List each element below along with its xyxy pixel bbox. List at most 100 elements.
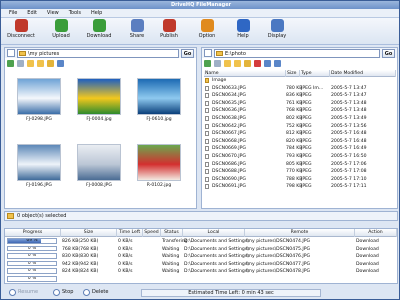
download-button[interactable]: Download (81, 19, 117, 44)
delete-button[interactable]: Delete (83, 288, 108, 297)
forward-icon[interactable] (17, 60, 24, 67)
jpeg-file-icon (205, 85, 209, 91)
thumbnail-item[interactable]: FJ-0196.JPG (15, 144, 63, 194)
queue-col-progress[interactable]: Progress (5, 229, 61, 237)
menu-tools[interactable]: Tools (69, 9, 81, 18)
open-folder-icon[interactable] (47, 60, 54, 67)
col-size[interactable]: Size (286, 70, 300, 77)
view-mode-icon[interactable] (274, 60, 281, 67)
open-folder-icon[interactable] (244, 60, 251, 67)
upload-button[interactable]: Upload (43, 19, 79, 44)
back-icon[interactable] (204, 60, 211, 67)
toolbar-label: Upload (52, 33, 70, 39)
queue-header: Progress Size Time Left Speed Status Local Rem… (5, 229, 397, 237)
resume-button[interactable]: Resume (9, 288, 38, 297)
file-row[interactable]: DSCN0691.JPG 798 KB JPEG 2005-5-7 17:11 (204, 184, 396, 191)
thumbnail-item[interactable]: FJ-0008.JPG (75, 144, 123, 194)
menu-view[interactable]: View (47, 9, 59, 18)
share-icon (130, 19, 144, 32)
remote-path-input[interactable]: E:\photo (214, 49, 380, 58)
col-date[interactable]: Date Modified (330, 70, 396, 77)
up-folder-icon[interactable] (224, 60, 231, 67)
file-row[interactable]: DSCN0688.JPG 770 KB JPEG 2005-5-7 17:08 (204, 169, 396, 176)
queue-col-remote[interactable]: Remote (245, 229, 355, 237)
photo-thumbnail (137, 78, 181, 115)
queue-action: Download (356, 246, 379, 252)
thumbnail-item[interactable]: FJ-0298.JPG (15, 78, 63, 128)
queue-row[interactable]: 0 % 824 KB(824 KB) 0 KB/s Waiting D:\Documen… (5, 268, 397, 276)
file-row[interactable]: DSCN0690.JPG 788 KB JPEG 2005-5-7 17:10 (204, 176, 396, 184)
queue-row[interactable]: 0 % 768 KB(768 KB) 0 KB/s Waiting D:\Documen… (5, 245, 397, 254)
file-type: JPEG Im... (301, 85, 324, 91)
menu-help[interactable]: Help (91, 9, 102, 18)
file-date: 2005-5-7 16:48 (331, 131, 367, 137)
queue-row[interactable]: 0 % 942 KB(942 KB) 0 KB/s Waiting D:\Documen… (5, 260, 397, 269)
jpeg-file-icon (205, 100, 209, 106)
remote-drive-icon[interactable] (204, 49, 212, 57)
up-folder-icon[interactable] (27, 60, 34, 67)
disconnect-button[interactable]: Disconnect (3, 19, 39, 44)
thumbnail-item[interactable]: FJ-0610.jpg (135, 78, 183, 128)
forward-icon[interactable] (214, 60, 221, 67)
file-row[interactable]: DSCN0670.JPG 793 KB JPEG 2005-5-7 16:50 (204, 154, 396, 161)
queue-status: Waiting (162, 246, 180, 252)
progress-bar: 0 % (7, 268, 57, 274)
queue-col-local[interactable]: Local (183, 229, 245, 237)
local-go-button[interactable]: Go (181, 49, 194, 58)
menu-file[interactable]: File (9, 9, 17, 18)
remote-go-button[interactable]: Go (382, 49, 395, 58)
view-mode-icon[interactable] (57, 60, 64, 67)
file-size: 793 KB (286, 154, 303, 159)
file-row[interactable]: DSCN0642.JPG 752 KB JPEG 2005-5-7 13:56 (204, 123, 396, 131)
back-icon[interactable] (7, 60, 14, 67)
share-button[interactable]: Share (119, 19, 155, 44)
file-row[interactable]: DSCN0667.JPG 812 KB JPEG 2005-5-7 16:48 (204, 131, 396, 138)
publish-button[interactable]: Publish (151, 19, 187, 44)
file-row[interactable]: DSCN0686.JPG 805 KB JPEG 2005-5-7 17:06 (204, 161, 396, 169)
help-button[interactable]: Help (225, 19, 261, 44)
queue-status: Waiting (162, 254, 180, 260)
queue-size: 942 KB(942 KB) (62, 261, 99, 267)
file-type: JPEG (301, 138, 312, 144)
file-row[interactable]: DSCN0669.JPG 784 KB JPEG 2005-5-7 16:49 (204, 146, 396, 153)
file-row[interactable]: DSCN0635.JPG 761 KB JPEG 2005-5-7 13:48 (204, 100, 396, 108)
new-folder-icon[interactable] (234, 60, 241, 67)
share-icon[interactable] (264, 60, 271, 67)
file-type: JPEG (301, 154, 312, 159)
toolbar-label: Download (86, 33, 112, 39)
thumbnail-item[interactable]: FJ-0004.jpg (75, 78, 123, 128)
queue-status: Waiting (162, 269, 180, 275)
menu-edit[interactable]: Edit (27, 9, 37, 18)
queue-col-action[interactable]: Action (355, 229, 397, 237)
new-folder-icon[interactable] (37, 60, 44, 67)
thumbnail-caption: R-0102.jpg (146, 183, 172, 188)
option-button[interactable]: Option (189, 19, 225, 44)
progress-text: 69 % (26, 239, 38, 243)
jpeg-file-icon (205, 93, 209, 99)
col-type[interactable]: Type (300, 70, 330, 77)
queue-col-size[interactable]: Size (61, 229, 117, 237)
queue-row[interactable]: 0 % 830 KB(830 KB) 0 KB/s Waiting D:\Documen… (5, 253, 397, 261)
file-row[interactable]: Image (204, 78, 396, 85)
display-button[interactable]: Display (259, 19, 295, 44)
delete-icon[interactable] (254, 60, 261, 67)
file-row[interactable]: DSCN0638.JPG 802 KB JPEG 2005-5-7 13:49 (204, 116, 396, 123)
stop-button[interactable]: Stop (53, 288, 73, 297)
thumbnail-item[interactable]: R-0102.jpg (135, 144, 183, 194)
file-row[interactable]: DSCN0634.JPG 836 KB JPEG 2005-5-7 13:47 (204, 93, 396, 100)
thumbnail-caption: FJ-0610.jpg (146, 117, 172, 122)
file-row[interactable]: DSCN0633.JPG 780 KB JPEG Im... 2005-5-7 13:… (204, 85, 396, 93)
jpeg-file-icon (205, 108, 209, 114)
queue-col-speed[interactable]: Speed (143, 229, 161, 237)
queue-row[interactable]: 69 % 826 KB(250 KB) 0 KB/s Transfering D:\Do… (5, 238, 397, 246)
col-name[interactable]: Name (204, 70, 286, 77)
local-path-input[interactable]: \my pictures (17, 49, 179, 58)
folder-icon (7, 213, 14, 219)
queue-col-status[interactable]: Status (161, 229, 183, 237)
file-type: JPEG (301, 146, 312, 152)
file-row[interactable]: DSCN0668.JPG 820 KB JPEG 2005-5-7 16:48 (204, 138, 396, 146)
queue-row[interactable]: 0 % (5, 276, 397, 284)
local-drive-icon[interactable] (7, 49, 15, 57)
queue-col-time-left[interactable]: Time Left (117, 229, 143, 237)
file-row[interactable]: DSCN0636.JPG 768 KB JPEG 2005-5-7 13:48 (204, 108, 396, 115)
